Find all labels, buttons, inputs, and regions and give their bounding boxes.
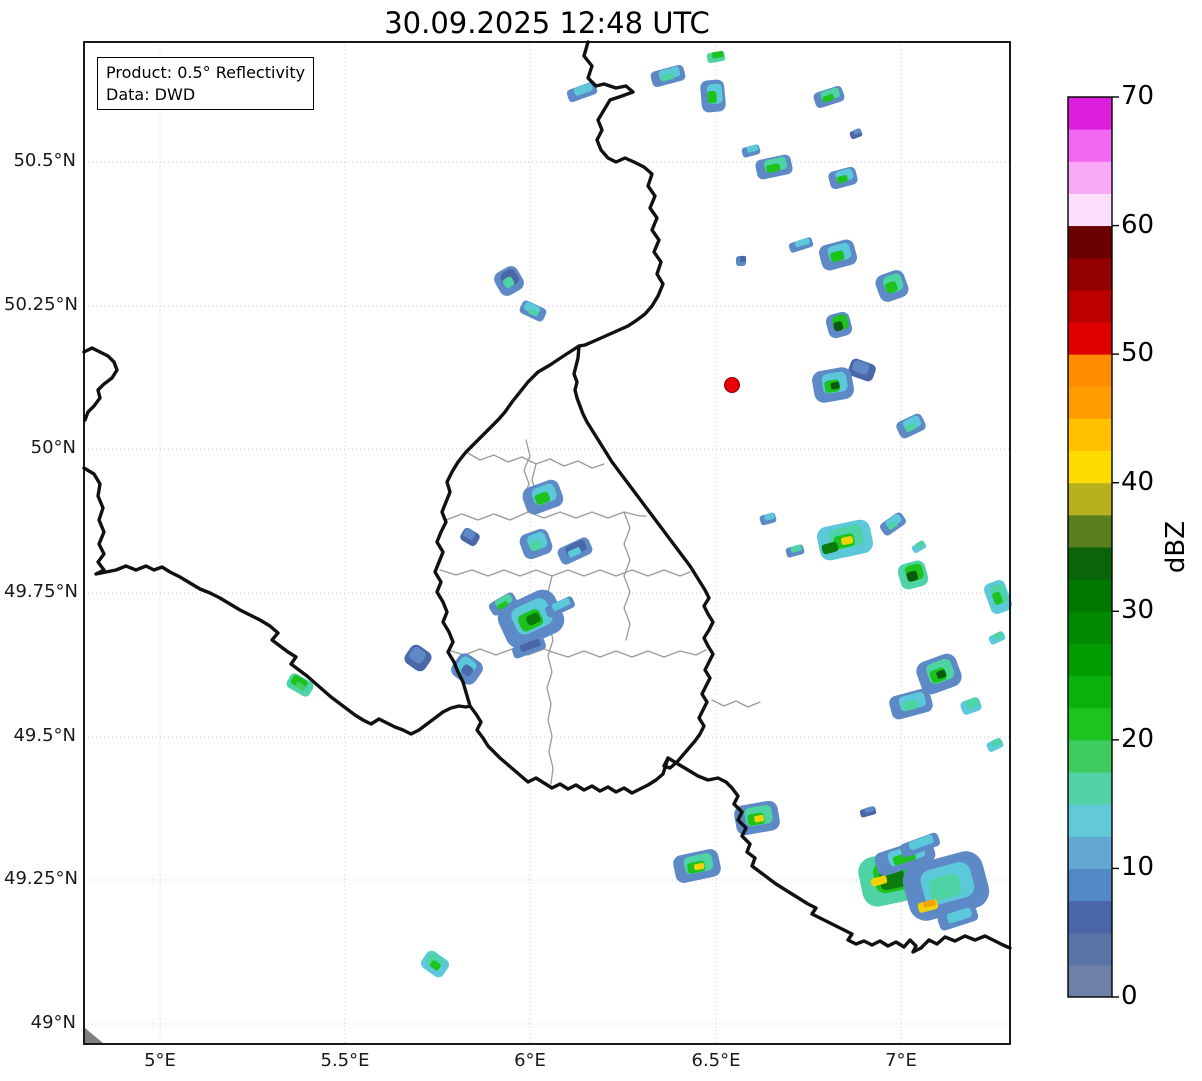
colorbar-tick-label: 30 <box>1121 595 1181 625</box>
map-plot-area <box>0 0 1202 1081</box>
latitude-tick-label: 50°N <box>4 437 76 458</box>
region-borders <box>440 440 760 784</box>
latitude-tick-label: 49.75°N <box>4 581 76 602</box>
latitude-tick-label: 49.25°N <box>4 868 76 889</box>
longitude-tick-label: 5.5°E <box>300 1050 390 1071</box>
product-info-box: Product: 0.5° Reflectivity Data: DWD <box>97 57 314 110</box>
longitude-tick-label: 5°E <box>115 1050 205 1071</box>
radar-cell <box>740 256 746 262</box>
product-info-line2: Data: DWD <box>106 84 305 106</box>
latitude-tick-label: 50.5°N <box>4 150 76 171</box>
colorbar-tick-label: 60 <box>1121 210 1181 240</box>
radar-cell <box>707 91 717 104</box>
colorbar-tick-label: 50 <box>1121 338 1181 368</box>
latitude-tick-label: 49.5°N <box>4 725 76 746</box>
latitude-tick-label: 49°N <box>4 1012 76 1033</box>
longitude-tick-label: 7°E <box>856 1050 946 1071</box>
product-info-line1: Product: 0.5° Reflectivity <box>106 62 305 84</box>
colorbar <box>1068 97 1119 998</box>
range-ring-corner-wedge <box>85 1028 103 1043</box>
colorbar-tick-label: 40 <box>1121 467 1181 497</box>
radar-map-figure: 30.09.2025 12:48 UTC Product: 0.5° Refle… <box>0 0 1202 1081</box>
longitude-tick-label: 6.5°E <box>671 1050 761 1071</box>
colorbar-tick-label: 70 <box>1121 81 1181 111</box>
latitude-tick-label: 50.25°N <box>4 294 76 315</box>
colorbar-tick-label: 0 <box>1121 981 1181 1011</box>
colorbar-unit-label: dBZ <box>1146 517 1202 577</box>
longitude-tick-label: 6°E <box>485 1050 575 1071</box>
radar-site-marker <box>725 378 740 393</box>
colorbar-tick-label: 20 <box>1121 724 1181 754</box>
colorbar-tick-label: 10 <box>1121 852 1181 882</box>
